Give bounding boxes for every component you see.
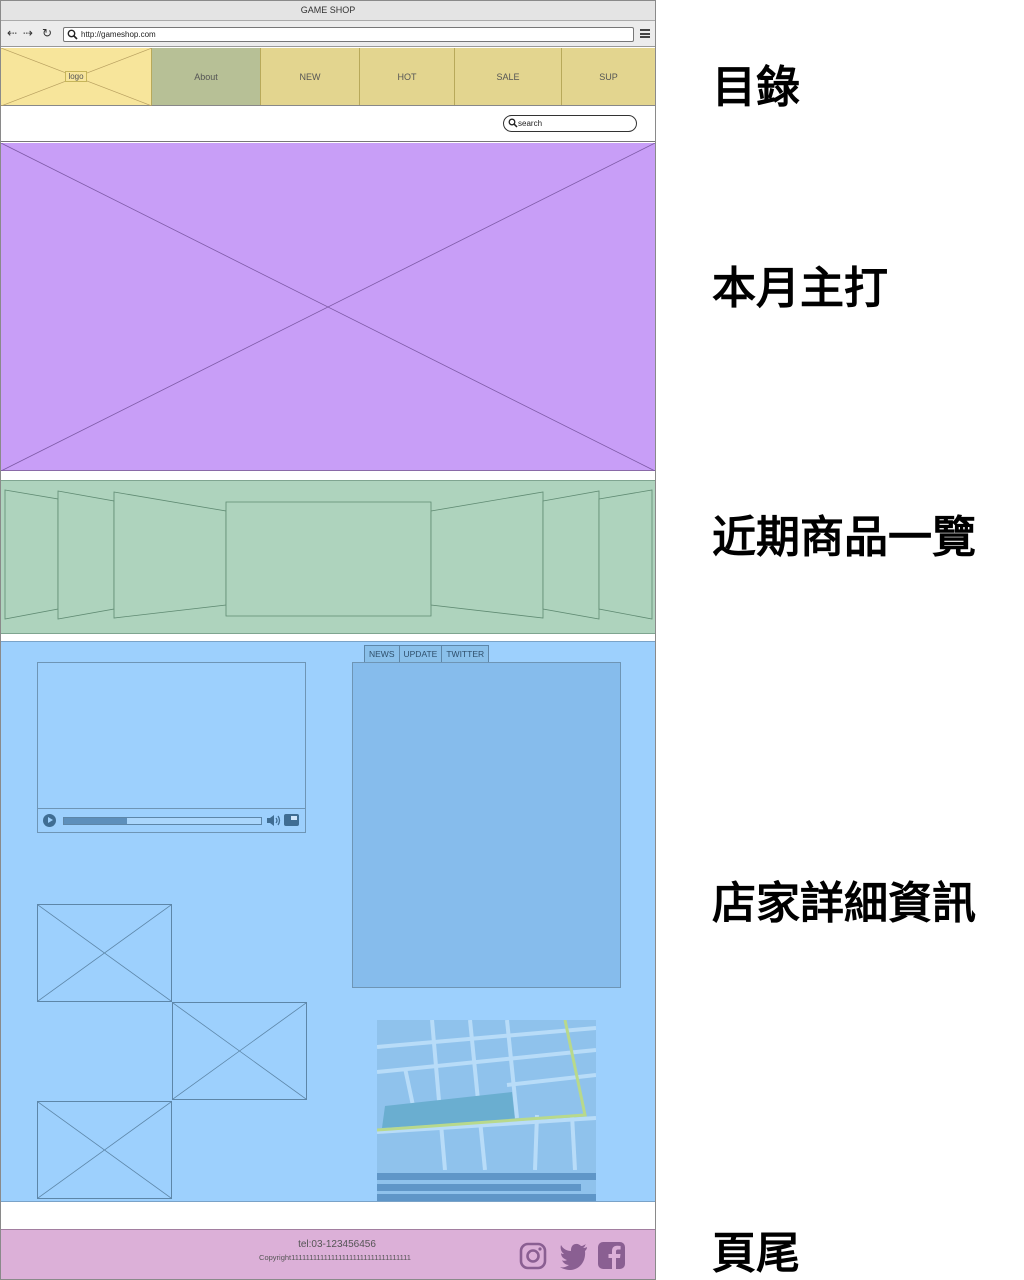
feed-tabs: NEWS UPDATE TWITTER — [364, 645, 490, 662]
image-placeholder-icon — [173, 1003, 306, 1099]
browser-window: GAME SHOP ⇠ ⇢ ↻ http://gameshop.com logo… — [0, 0, 656, 1280]
map-address-line — [377, 1184, 581, 1191]
label-footer: 頁尾 — [712, 1228, 800, 1279]
gallery-image[interactable] — [37, 904, 172, 1002]
gallery-image[interactable] — [172, 1002, 307, 1100]
image-placeholder-icon — [38, 1102, 171, 1198]
twitter-icon[interactable] — [559, 1242, 589, 1270]
store-map[interactable] — [377, 1020, 596, 1201]
play-icon[interactable] — [43, 814, 56, 827]
footer-tel: tel:03-123456456 — [298, 1239, 376, 1250]
tab-twitter[interactable]: TWITTER — [442, 645, 490, 662]
gallery-image[interactable] — [37, 1101, 172, 1199]
hero-banner[interactable] — [1, 142, 655, 472]
label-recent-products: 近期商品一覽 — [712, 512, 976, 563]
tab-news[interactable]: NEWS — [364, 645, 400, 662]
image-placeholder-icon — [38, 905, 171, 1001]
back-arrow-icon[interactable]: ⇠ — [7, 26, 17, 40]
product-carousel[interactable] — [1, 480, 655, 634]
carousel-card[interactable] — [542, 490, 600, 620]
store-info-section: NEWS UPDATE TWITTER — [1, 641, 655, 1202]
nav-item-hot[interactable]: HOT — [360, 48, 455, 105]
search-input[interactable]: search — [503, 115, 637, 132]
forward-arrow-icon[interactable]: ⇢ — [23, 26, 33, 40]
video-progress-bar[interactable] — [63, 817, 262, 825]
tab-update[interactable]: UPDATE — [399, 645, 443, 662]
video-progress-fill — [64, 818, 128, 824]
fullscreen-icon[interactable] — [284, 814, 299, 826]
carousel-cards — [4, 489, 653, 620]
carousel-card-center[interactable] — [225, 501, 432, 617]
feed-panel[interactable] — [352, 662, 621, 988]
carousel-card[interactable] — [430, 491, 544, 619]
video-player[interactable] — [37, 662, 306, 833]
carousel-card[interactable] — [4, 489, 59, 620]
search-row: search — [1, 107, 655, 142]
page-footer: tel:03-123456456 Copyright11111111111111… — [1, 1229, 655, 1279]
footer-copyright: Copyright1111111111111111111111111111111… — [259, 1253, 411, 1262]
logo-placeholder[interactable]: logo — [1, 48, 152, 106]
carousel-card[interactable] — [598, 489, 653, 620]
nav-item-about[interactable]: About — [152, 48, 261, 105]
instagram-icon[interactable] — [519, 1242, 547, 1270]
refresh-icon[interactable]: ↻ — [42, 26, 52, 40]
carousel-card[interactable] — [113, 491, 227, 619]
hero-image-placeholder — [1, 142, 655, 472]
search-placeholder: search — [518, 119, 543, 128]
logo-text: logo — [65, 71, 87, 82]
browser-toolbar: ⇠ ⇢ ↻ http://gameshop.com — [1, 21, 655, 47]
nav-item-sup[interactable]: SUP — [562, 48, 655, 105]
main-nav: logo About NEW HOT SALE SUP — [1, 48, 655, 106]
volume-icon[interactable] — [266, 814, 281, 827]
facebook-icon[interactable] — [598, 1242, 625, 1269]
nav-item-new[interactable]: NEW — [261, 48, 360, 105]
carousel-card[interactable] — [57, 490, 115, 620]
map-icon — [377, 1020, 596, 1171]
label-menu: 目錄 — [712, 62, 800, 113]
search-icon — [67, 29, 78, 40]
label-store-info: 店家詳細資訊 — [712, 878, 976, 929]
map-address-line — [377, 1173, 596, 1180]
label-hero: 本月主打 — [712, 263, 888, 314]
window-title: GAME SHOP — [1, 1, 655, 21]
hamburger-menu-icon[interactable] — [640, 29, 650, 38]
url-text: http://gameshop.com — [81, 30, 156, 39]
nav-item-sale[interactable]: SALE — [455, 48, 562, 105]
search-icon — [508, 118, 518, 128]
address-bar[interactable]: http://gameshop.com — [63, 27, 634, 42]
map-address-line — [377, 1194, 596, 1201]
video-controls — [38, 808, 305, 832]
